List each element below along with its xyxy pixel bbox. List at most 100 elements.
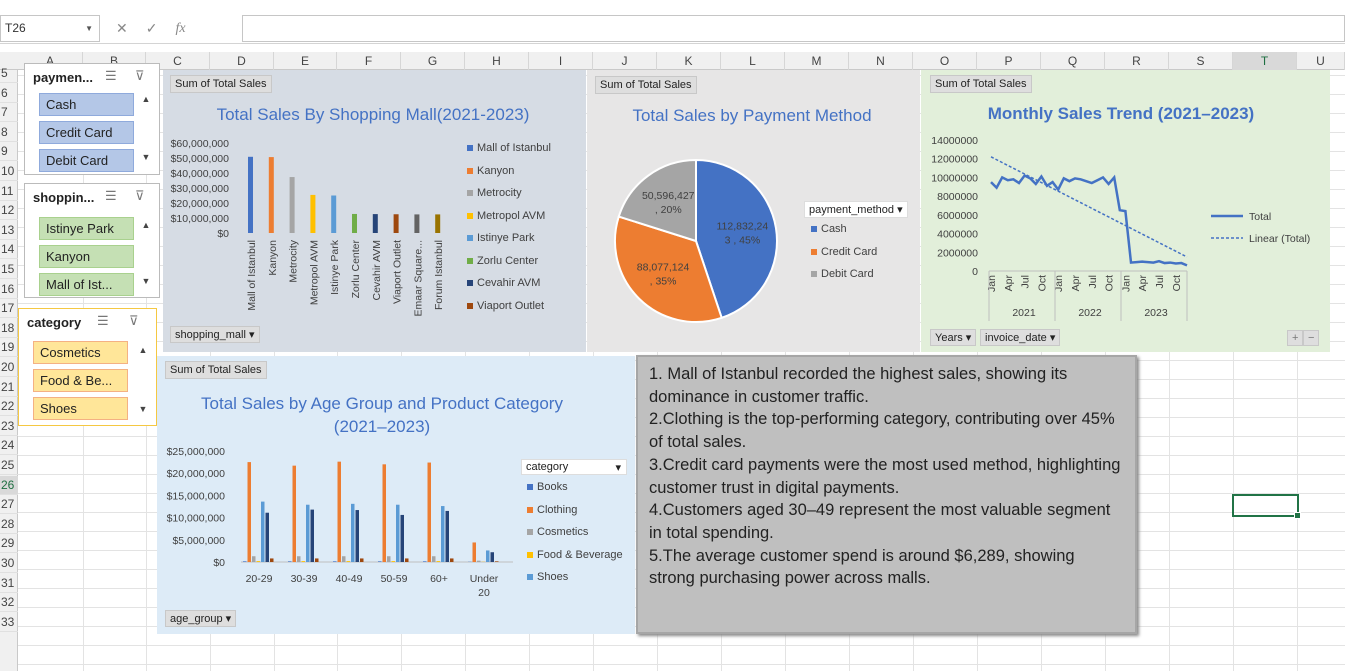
row-header-18[interactable]: 18: [0, 319, 18, 338]
column-header-H[interactable]: H: [465, 52, 529, 70]
row-header-29[interactable]: 29: [0, 534, 18, 554]
check-icon[interactable]: ✓: [146, 20, 158, 37]
name-box-value: T26: [5, 21, 26, 35]
slicer-item-mall-of-istanbul[interactable]: Mall of Ist...: [39, 273, 134, 296]
legend-item: Kanyon: [467, 160, 551, 183]
shopping-mall-filter-button[interactable]: shopping_mall ▾: [170, 326, 260, 343]
selected-cell[interactable]: [1232, 494, 1301, 519]
row-header-24[interactable]: 24: [0, 436, 18, 456]
clear-filter-icon[interactable]: ⊽: [135, 188, 145, 204]
column-header-D[interactable]: D: [210, 52, 274, 70]
slicer-item-shoes[interactable]: Shoes: [33, 397, 128, 420]
chevron-down-icon: ▾: [249, 329, 255, 341]
row-header-5[interactable]: 5: [0, 64, 18, 83]
bar: [391, 561, 395, 562]
years-filter-button[interactable]: Years ▾: [930, 329, 977, 346]
scroll-up-icon[interactable]: ▲: [139, 220, 153, 230]
slicer-item-cosmetics[interactable]: Cosmetics: [33, 341, 128, 364]
slicer-item-kanyon[interactable]: Kanyon: [39, 245, 134, 268]
column-header-N[interactable]: N: [849, 52, 913, 70]
column-header-L[interactable]: L: [721, 52, 785, 70]
column-header-P[interactable]: P: [977, 52, 1041, 70]
slicer-item-cash[interactable]: Cash: [39, 93, 134, 116]
bar: [310, 509, 314, 562]
formula-input[interactable]: [242, 15, 1345, 42]
invoice-date-filter-button[interactable]: invoice_date ▾: [980, 329, 1061, 346]
clear-filter-icon[interactable]: ⊽: [135, 68, 145, 84]
row-header-10[interactable]: 10: [0, 162, 18, 181]
payment-method-filter-button[interactable]: payment_method ▾: [804, 201, 908, 218]
row-header-15[interactable]: 15: [0, 260, 18, 279]
row-header-7[interactable]: 7: [0, 103, 18, 123]
row-header-16[interactable]: 16: [0, 280, 18, 299]
x-tick-label: Under: [470, 573, 499, 585]
category-filter-button[interactable]: category ▾: [521, 459, 627, 475]
name-box[interactable]: T26 ▼: [0, 15, 100, 42]
slicer-item-istinye-park[interactable]: Istinye Park: [39, 217, 134, 240]
age-category-chart[interactable]: Sum of Total Sales Total Sales by Age Gr…: [157, 356, 635, 634]
column-header-S[interactable]: S: [1169, 52, 1233, 70]
row-header-13[interactable]: 13: [0, 221, 18, 240]
row-header-30[interactable]: 30: [0, 554, 18, 573]
row-header-11[interactable]: 11: [0, 182, 18, 201]
row-header-31[interactable]: 31: [0, 574, 18, 593]
column-header-O[interactable]: O: [913, 52, 977, 70]
multi-select-icon[interactable]: ☰: [97, 313, 109, 329]
row-header-22[interactable]: 22: [0, 397, 18, 417]
row-header-8[interactable]: 8: [0, 123, 18, 142]
column-header-K[interactable]: K: [657, 52, 721, 70]
bar: [270, 558, 274, 562]
bar: [342, 556, 346, 562]
insight-5: 5.The average customer spend is around $…: [649, 546, 1075, 588]
y-tick-label: 8000000: [937, 191, 978, 203]
column-header-E[interactable]: E: [274, 52, 337, 70]
row-header-20[interactable]: 20: [0, 358, 18, 377]
row-header-17[interactable]: 17: [0, 299, 18, 319]
scroll-up-icon[interactable]: ▲: [139, 94, 153, 104]
multi-select-icon[interactable]: ☰: [105, 188, 117, 204]
multi-select-icon[interactable]: ☰: [105, 68, 117, 84]
scroll-down-icon[interactable]: ▼: [139, 152, 153, 162]
scroll-up-icon[interactable]: ▲: [136, 345, 150, 355]
row-header-21[interactable]: 21: [0, 378, 18, 397]
slicer-item-food-beverage[interactable]: Food & Be...: [33, 369, 128, 392]
row-header-28[interactable]: 28: [0, 515, 18, 534]
cancel-icon[interactable]: ✕: [116, 20, 128, 37]
age-group-filter-button[interactable]: age_group ▾: [165, 610, 237, 627]
row-header-25[interactable]: 25: [0, 456, 18, 475]
column-header-I[interactable]: I: [529, 52, 593, 70]
column-header-J[interactable]: J: [593, 52, 657, 70]
row-header-6[interactable]: 6: [0, 84, 18, 103]
scroll-down-icon[interactable]: ▼: [139, 276, 153, 286]
row-header-33[interactable]: 33: [0, 613, 18, 632]
insights-textbox[interactable]: 1. Mall of Istanbul recorded the highest…: [636, 355, 1137, 634]
row-header-27[interactable]: 27: [0, 495, 18, 515]
slicer-item-debit-card[interactable]: Debit Card: [39, 149, 134, 172]
column-header-F[interactable]: F: [337, 52, 401, 70]
row-header-14[interactable]: 14: [0, 240, 18, 260]
fx-icon[interactable]: fx: [175, 21, 185, 37]
row-header-19[interactable]: 19: [0, 338, 18, 358]
row-header-32[interactable]: 32: [0, 593, 18, 613]
column-header-R[interactable]: R: [1105, 52, 1169, 70]
column-header-M[interactable]: M: [785, 52, 849, 70]
column-header-U[interactable]: U: [1297, 52, 1345, 70]
chevron-down-icon[interactable]: ▼: [85, 16, 93, 41]
scroll-down-icon[interactable]: ▼: [136, 404, 150, 414]
row-header-23[interactable]: 23: [0, 417, 18, 436]
mall-sales-chart[interactable]: Sum of Total Sales Total Sales By Shoppi…: [163, 70, 586, 352]
row-header-12[interactable]: 12: [0, 201, 18, 221]
legend-label: Linear (Total): [1249, 233, 1310, 245]
clear-filter-icon[interactable]: ⊽: [129, 313, 139, 329]
payment-method-chart[interactable]: Sum of Total Sales Total Sales by Paymen…: [587, 70, 920, 352]
row-header-9[interactable]: 9: [0, 142, 18, 162]
row-header-26[interactable]: 26: [0, 475, 18, 495]
collapse-field-button[interactable]: −: [1303, 330, 1320, 346]
monthly-trend-chart[interactable]: Sum of Total Sales Monthly Sales Trend (…: [921, 70, 1330, 352]
legend-item: Clothing: [527, 499, 623, 522]
column-header-T[interactable]: T: [1233, 52, 1297, 70]
column-header-Q[interactable]: Q: [1041, 52, 1105, 70]
slicer-item-credit-card[interactable]: Credit Card: [39, 121, 134, 144]
expand-field-button[interactable]: +: [1287, 330, 1304, 346]
column-header-G[interactable]: G: [401, 52, 465, 70]
